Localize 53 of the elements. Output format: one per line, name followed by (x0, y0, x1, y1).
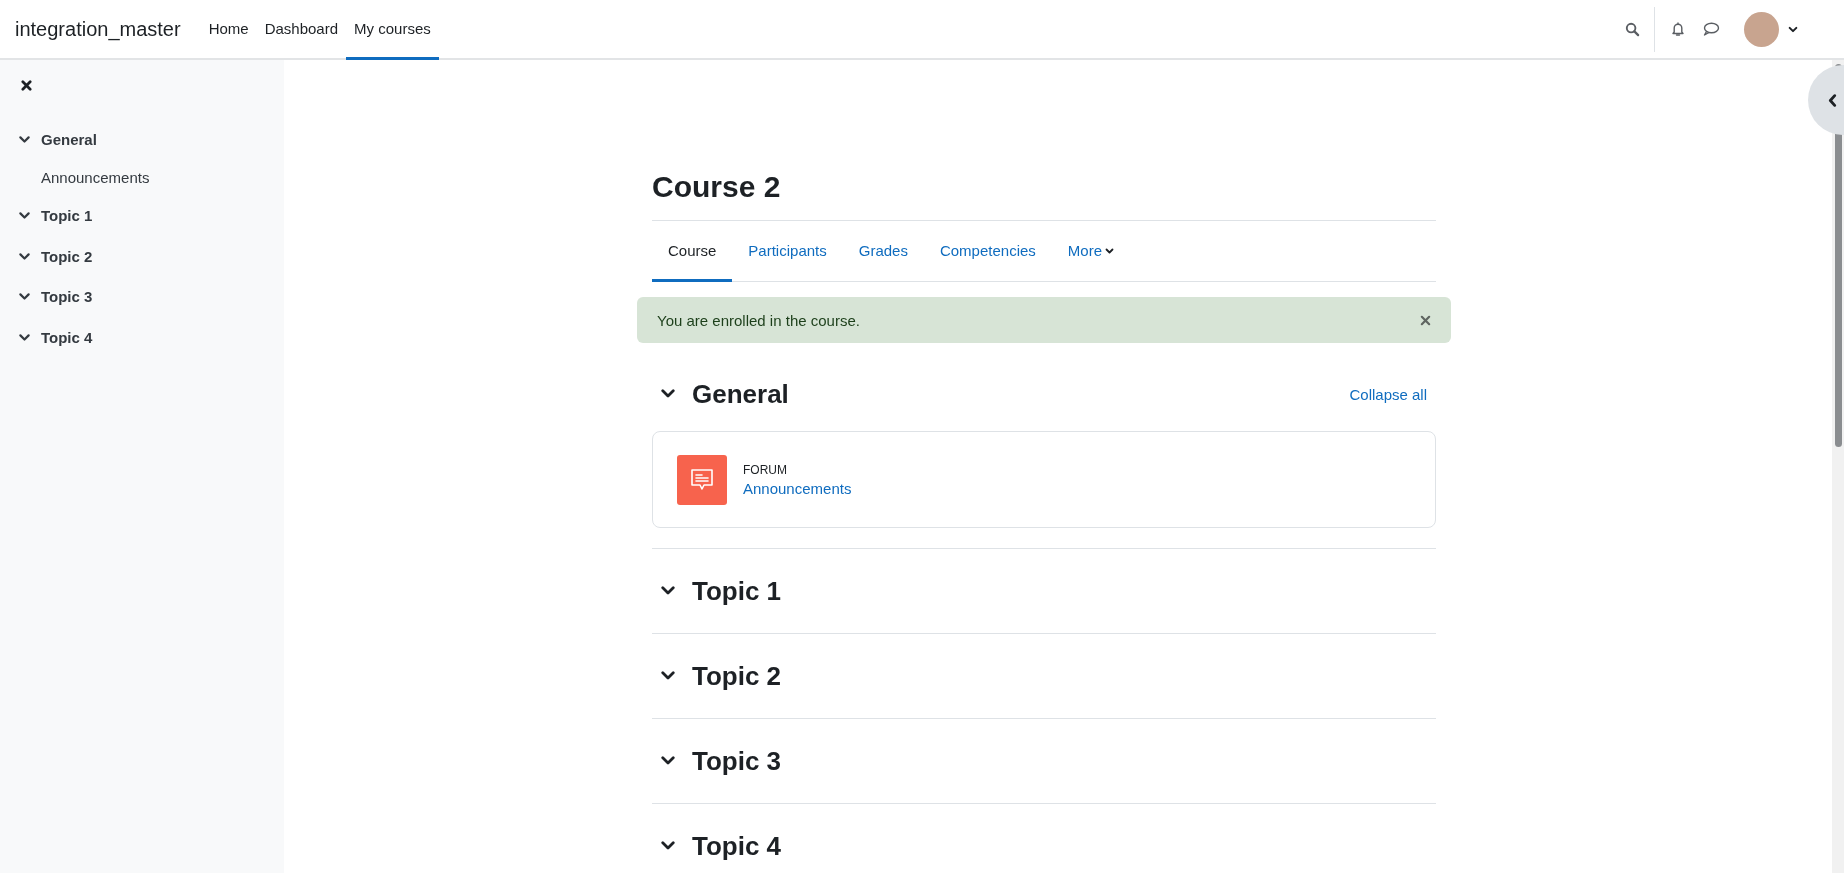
chevron-icon (19, 293, 30, 301)
chevron-icon (661, 671, 675, 681)
section-link[interactable]: Topic 2 (41, 247, 93, 265)
chevron-left-icon (1828, 93, 1837, 107)
activity-link[interactable]: Announcements (743, 479, 852, 497)
chevron-icon (661, 841, 675, 851)
caret-icon (1788, 25, 1798, 33)
nav-link[interactable]: My courses (346, 0, 439, 60)
nav-link[interactable]: Home (200, 0, 257, 60)
tab[interactable]: Participants (732, 221, 843, 282)
avatar (1744, 11, 1779, 47)
chevron-icon (19, 212, 30, 220)
section-title: General (692, 378, 789, 410)
section-link[interactable]: Topic 3 (41, 288, 93, 306)
section-title: Topic 3 (692, 745, 782, 777)
section-toggle[interactable] (661, 756, 675, 766)
course-title: Course 2 (652, 170, 1436, 221)
activity-type: FORUM (743, 462, 788, 477)
alert-message: You are enrolled in the course. (657, 311, 860, 329)
tab[interactable]: Competencies (923, 221, 1052, 282)
close-button[interactable] (19, 78, 34, 93)
section-link[interactable]: Topic 1 (41, 207, 93, 225)
section-toggle[interactable] (661, 671, 675, 681)
section-link[interactable]: Topic 4 (41, 328, 93, 346)
speech-bubble-icon (1702, 21, 1720, 37)
chevron-icon (19, 333, 30, 341)
chevron-icon (661, 586, 675, 596)
forum-icon (677, 454, 727, 505)
scrollbar[interactable] (1832, 60, 1844, 873)
site-name[interactable]: integration_master (15, 17, 181, 41)
close-icon (1420, 314, 1431, 326)
section-title: Topic 1 (692, 575, 782, 607)
caret-icon (1105, 248, 1114, 254)
section-toggle[interactable] (661, 841, 675, 851)
activity-link[interactable]: Announcements (41, 159, 284, 196)
section-title: Topic 4 (692, 830, 782, 862)
chevron-icon (661, 389, 675, 399)
chevron-icon (661, 756, 675, 766)
collapse-all-link[interactable]: Collapse all (1349, 385, 1427, 403)
section-toggle[interactable] (661, 586, 675, 596)
tab[interactable]: More (1051, 221, 1130, 282)
chevron-icon (19, 135, 30, 143)
tab[interactable]: Course (652, 221, 733, 282)
search-icon (1625, 21, 1640, 37)
chevron-icon (19, 252, 30, 260)
nav-link[interactable]: Dashboard (256, 0, 347, 60)
section-toggle[interactable] (661, 389, 675, 399)
close-icon (21, 80, 32, 91)
dismiss-button[interactable] (1420, 314, 1431, 326)
bell-icon (1670, 21, 1686, 37)
section-title: Topic 2 (692, 660, 782, 692)
section-link[interactable]: General (41, 130, 97, 148)
tab[interactable]: Grades (842, 221, 924, 282)
